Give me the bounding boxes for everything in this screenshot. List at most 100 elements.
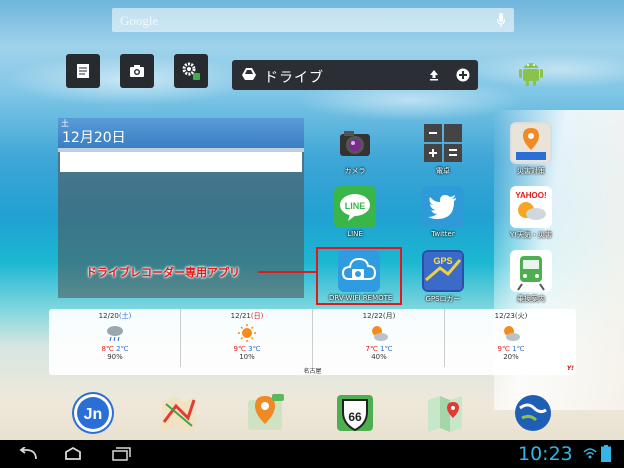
app-label: 乗換案内 bbox=[517, 295, 545, 303]
google-earth-icon bbox=[512, 392, 554, 434]
weather-date: 12/21 bbox=[230, 312, 251, 320]
search-label: Google bbox=[120, 13, 159, 28]
calendar-event-area bbox=[60, 152, 302, 172]
app-label: Twitter bbox=[431, 230, 455, 238]
app-label: 電卓 bbox=[436, 167, 450, 175]
system-navigation-bar: 10:23 bbox=[0, 440, 624, 468]
back-icon[interactable] bbox=[18, 447, 40, 461]
app-label: Y!天気・災害 bbox=[509, 231, 553, 239]
callout-label: ドライブレコーダー専用アプリ bbox=[86, 266, 240, 279]
calendar-date: 12月20日 bbox=[62, 130, 126, 146]
dock-app-google-maps[interactable] bbox=[424, 392, 466, 434]
calculator-icon bbox=[422, 122, 464, 164]
app-label: カメラ bbox=[344, 167, 366, 175]
weather-high: 9℃ bbox=[497, 345, 510, 353]
app-gps-logger[interactable]: GPS GPSロガー bbox=[413, 250, 473, 304]
calendar-header: 土 12月20日 bbox=[58, 118, 304, 148]
jorte-icon: Jn bbox=[72, 392, 114, 434]
drive-label: ドライブ bbox=[264, 70, 324, 86]
drive-widget[interactable]: ドライブ bbox=[232, 60, 478, 90]
weather-precip: 20% bbox=[503, 353, 519, 361]
weather-weekday: (月) bbox=[382, 312, 396, 320]
weather-widget[interactable]: 12/20(土) 8℃ 2℃ 90% 12/21(日) 9℃ 3℃ 10% 12… bbox=[49, 309, 576, 375]
battery-icon bbox=[601, 445, 611, 462]
dock-app-google-earth[interactable] bbox=[512, 392, 554, 434]
weather-low: 1℃ bbox=[512, 345, 525, 353]
camera-icon bbox=[334, 122, 376, 164]
google-maps-icon bbox=[424, 392, 466, 434]
cloudy-rain-icon bbox=[107, 326, 123, 342]
add-icon[interactable] bbox=[456, 68, 470, 82]
twitter-bird-icon bbox=[422, 186, 464, 228]
line-icon: LINE bbox=[334, 186, 376, 228]
weather-low: 1℃ bbox=[380, 345, 393, 353]
app-twitter[interactable]: Twitter bbox=[413, 186, 473, 238]
camera-shortcut-button[interactable] bbox=[120, 54, 154, 88]
google-search-bar[interactable]: Google bbox=[112, 8, 514, 32]
camera-icon bbox=[130, 65, 144, 77]
app-label: GPSロガー bbox=[425, 295, 461, 303]
dock-app-jorte[interactable]: Jn bbox=[72, 392, 114, 434]
weather-location: 名古屋 bbox=[303, 368, 322, 375]
microphone-icon[interactable] bbox=[496, 12, 506, 28]
app-label: 災害対策 bbox=[517, 167, 545, 175]
app-yahoo-weather[interactable]: YAHOO! Y!天気・災害 bbox=[501, 186, 561, 240]
dock-app-navi[interactable] bbox=[244, 392, 286, 434]
app-transit[interactable]: 乗換案内 bbox=[501, 250, 561, 304]
gear-icon bbox=[182, 62, 200, 80]
highlight-box bbox=[316, 247, 402, 305]
weather-date: 12/20 bbox=[98, 312, 119, 320]
app-camera[interactable]: カメラ bbox=[325, 122, 385, 176]
weather-weekday: (火) bbox=[514, 312, 528, 320]
wifi-icon bbox=[583, 448, 597, 459]
app-line[interactable]: LINE LINE bbox=[325, 186, 385, 238]
navigation-icon bbox=[244, 392, 286, 434]
svg-text:LINE: LINE bbox=[345, 201, 366, 211]
sun-cloud-icon bbox=[372, 326, 388, 341]
status-clock: 10:23 bbox=[518, 443, 573, 465]
yahoo-logo: Y! bbox=[566, 365, 574, 372]
app-disaster[interactable]: 災害対策 bbox=[501, 122, 561, 176]
app-label: LINE bbox=[347, 230, 363, 238]
weather-low: 2℃ bbox=[116, 345, 129, 353]
weather-date: 12/22 bbox=[362, 312, 383, 320]
svg-text:66: 66 bbox=[348, 410, 362, 424]
sun-icon bbox=[238, 324, 256, 342]
weather-precip: 90% bbox=[107, 353, 123, 361]
weather-day: 12/20(土) 8℃ 2℃ 90% bbox=[49, 309, 181, 367]
weather-high: 9℃ bbox=[233, 345, 246, 353]
train-icon bbox=[510, 250, 552, 292]
yahoo-weather-icon: YAHOO! bbox=[510, 186, 552, 228]
weather-low: 3℃ bbox=[248, 345, 261, 353]
sun-cloud-icon bbox=[504, 326, 520, 341]
android-market-icon[interactable] bbox=[517, 58, 545, 88]
map-icon bbox=[158, 392, 200, 434]
svg-text:Jn: Jn bbox=[84, 406, 103, 423]
weather-precip: 40% bbox=[371, 353, 387, 361]
weather-day: 12/21(日) 9℃ 3℃ 10% bbox=[181, 309, 313, 367]
svg-text:YAHOO!: YAHOO! bbox=[515, 191, 546, 200]
weather-precip: 10% bbox=[239, 353, 255, 361]
dock-app-route66[interactable]: 66 bbox=[334, 392, 376, 434]
weather-weekday: (土) bbox=[118, 312, 132, 320]
callout-line bbox=[258, 271, 316, 273]
weather-day: 12/23(火) 9℃ 1℃ 20% bbox=[445, 309, 577, 367]
weather-high: 8℃ bbox=[101, 345, 114, 353]
weather-date: 12/23 bbox=[494, 312, 515, 320]
svg-text:GPS: GPS bbox=[433, 256, 452, 266]
upload-icon[interactable] bbox=[428, 69, 440, 81]
weather-weekday: (日) bbox=[250, 312, 264, 320]
recent-apps-icon[interactable] bbox=[110, 447, 132, 461]
notes-button[interactable] bbox=[66, 54, 100, 88]
app-calculator[interactable]: 電卓 bbox=[413, 122, 473, 176]
gps-logger-icon: GPS bbox=[422, 250, 464, 292]
settings-shortcut-button[interactable] bbox=[174, 54, 208, 88]
route66-icon: 66 bbox=[334, 392, 376, 434]
disaster-map-icon bbox=[510, 122, 552, 164]
dock-app-map[interactable] bbox=[158, 392, 200, 434]
weather-day: 12/22(月) 7℃ 1℃ 40% bbox=[313, 309, 445, 367]
note-icon bbox=[77, 64, 89, 78]
weather-high: 7℃ bbox=[365, 345, 378, 353]
drive-icon bbox=[242, 68, 256, 80]
home-icon[interactable] bbox=[62, 447, 84, 461]
